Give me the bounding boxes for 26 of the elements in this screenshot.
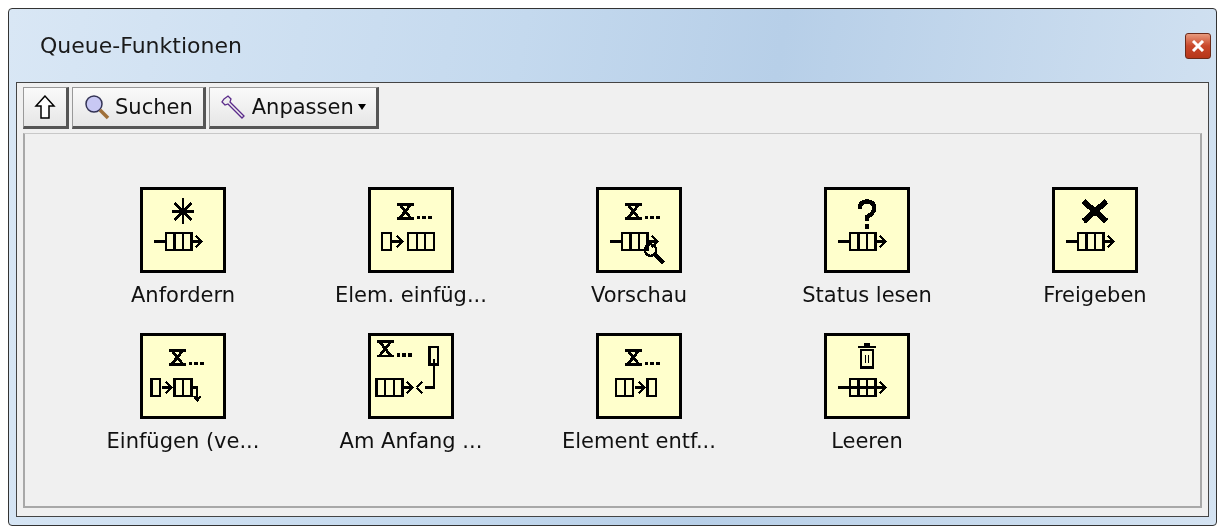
queue-function-icon[interactable] [596, 187, 682, 273]
up-button[interactable] [23, 87, 69, 129]
customize-button[interactable]: Anpassen [208, 87, 379, 129]
queue-function-icon[interactable] [368, 187, 454, 273]
window-title: Queue-Funktionen [40, 33, 242, 58]
function-label: Elem. einfüg... [335, 283, 487, 307]
queue-function-icon[interactable] [140, 333, 226, 419]
function-label: Element entf... [562, 429, 716, 453]
function-label: Anfordern [131, 283, 235, 307]
close-icon [1191, 39, 1205, 52]
queue-function-icon[interactable] [596, 333, 682, 419]
queue-function-icon[interactable] [1052, 187, 1138, 273]
search-icon [83, 93, 111, 121]
function-label: Freigeben [1043, 283, 1147, 307]
close-button[interactable] [1185, 32, 1211, 59]
queue-function-icon[interactable] [824, 187, 910, 273]
function-label: Am Anfang ... [339, 429, 483, 453]
function-label: Status lesen [802, 283, 932, 307]
search-button[interactable]: Suchen [72, 87, 206, 129]
up-arrow-icon [34, 94, 56, 120]
queue-function-icon[interactable] [824, 333, 910, 419]
function-label: Leeren [831, 429, 903, 453]
function-label: Vorschau [590, 283, 688, 307]
queue-function-icon[interactable] [368, 333, 454, 419]
function-label: Einfügen (ve... [106, 429, 260, 453]
queue-function-icon[interactable] [140, 187, 226, 273]
